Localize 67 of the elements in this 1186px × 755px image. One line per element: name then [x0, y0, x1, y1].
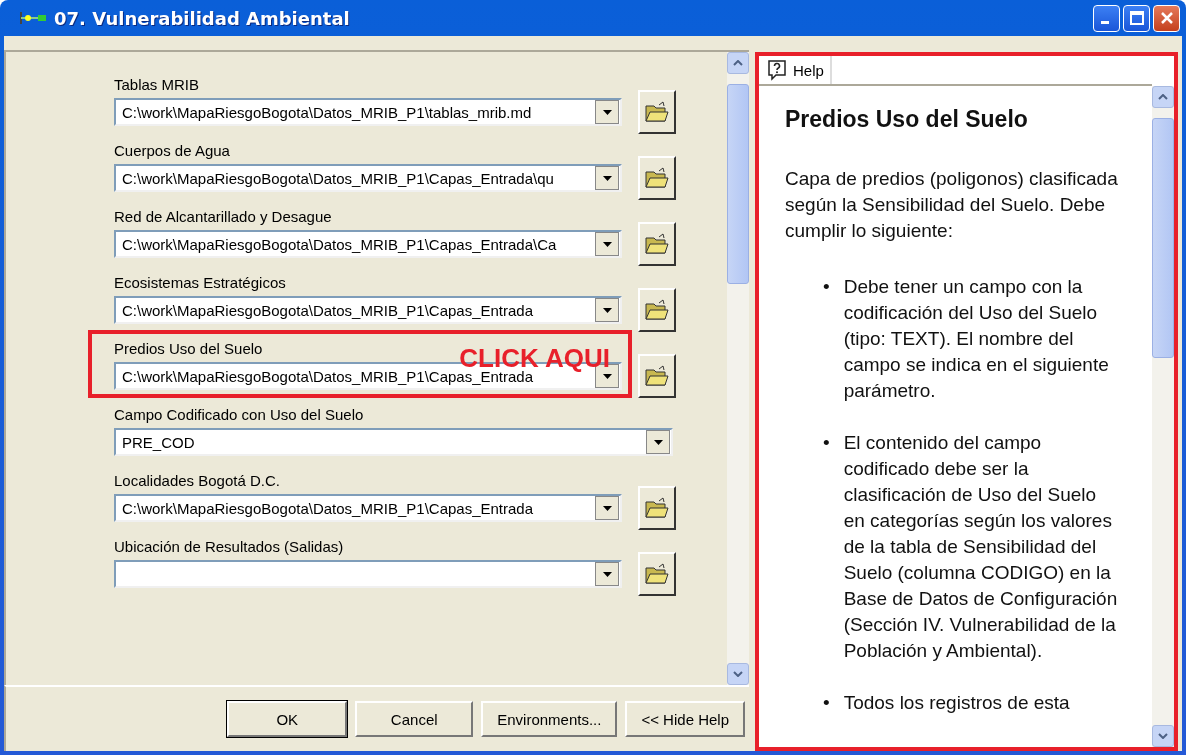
field-label: Localidades Bogotá D.C.	[114, 472, 281, 490]
browse-button[interactable]	[638, 486, 676, 530]
folder-icon	[645, 497, 669, 519]
browse-button[interactable]	[638, 156, 676, 200]
chevron-up-icon	[1158, 94, 1168, 100]
dropdown-arrow-icon	[653, 439, 663, 445]
dropdown-arrow-icon	[602, 505, 612, 511]
field-label: Cuerpos de Agua	[114, 142, 231, 160]
browse-button[interactable]	[638, 222, 676, 266]
bullet-marker: •	[823, 275, 830, 299]
folder-icon	[645, 167, 669, 189]
browse-button[interactable]	[638, 288, 676, 332]
folder-icon	[645, 233, 669, 255]
scroll-down-button[interactable]	[1152, 725, 1174, 747]
scroll-up-button[interactable]	[1152, 86, 1174, 108]
field-label: Ecosistemas Estratégicos	[114, 274, 287, 292]
dropdown-arrow-icon	[602, 241, 612, 247]
dropdown-field[interactable]: C:\work\MapaRiesgoBogota\Datos_MRIB_P1\Capas_Entrada\Ca	[114, 230, 622, 258]
minimize-icon	[1101, 20, 1109, 24]
scrollbar-thumb[interactable]	[1152, 118, 1174, 358]
chevron-down-icon	[1158, 733, 1168, 739]
scroll-up-button[interactable]	[727, 52, 749, 74]
bullet-marker: •	[823, 431, 830, 455]
field-label: Red de Alcantarillado y Desague	[114, 208, 333, 226]
dropdown-field[interactable]: C:\work\MapaRiesgoBogota\Datos_MRIB_P1\Capas_Entrada\qu	[114, 164, 622, 192]
browse-button[interactable]	[638, 354, 676, 398]
dialog-button[interactable]: Environments...	[481, 701, 618, 737]
browse-button[interactable]	[638, 552, 676, 596]
dropdown-field[interactable]: C:\work\MapaRiesgoBogota\Datos_MRIB_P1\Capas_Entrada	[114, 494, 622, 522]
close-button[interactable]	[1153, 4, 1180, 32]
dropdown-arrow-icon	[602, 373, 612, 379]
folder-icon	[645, 365, 669, 387]
folder-icon	[645, 299, 669, 321]
help-icon	[767, 59, 787, 81]
dropdown-field[interactable]: C:\work\MapaRiesgoBogota\Datos_MRIB_P1\tablas_mrib.md	[114, 98, 622, 126]
dropdown-field[interactable]: C:\work\MapaRiesgoBogota\Datos_MRIB_P1\Capas_Entrada	[114, 296, 622, 324]
field-label: Ubicación de Resultados (Salidas)	[114, 538, 345, 556]
close-icon	[1159, 11, 1174, 25]
help-title: Predios Uso del Suelo	[785, 106, 1029, 132]
minimize-button[interactable]	[1093, 4, 1120, 32]
help-paragraph: Capa de predios (poligonos) clasificada según la Sensibilidad del Suelo. Debe cumplir lo siguiente:	[785, 167, 1118, 243]
field-label: Tablas MRIB	[114, 76, 201, 94]
dropdown-arrow-icon	[602, 307, 612, 313]
help-bullet: Todos los registros de esta	[843, 691, 1070, 715]
window-title: 07. Vulnerabilidad Ambiental	[54, 7, 350, 29]
dropdown-arrow-icon	[602, 175, 612, 181]
maximize-icon	[1129, 11, 1144, 25]
chevron-down-icon	[733, 671, 743, 677]
dropdown-arrow-icon	[602, 571, 612, 577]
browse-button[interactable]	[638, 90, 676, 134]
folder-icon	[645, 563, 669, 585]
scrollbar-thumb[interactable]	[727, 84, 749, 284]
bullet-marker: •	[823, 691, 830, 715]
dialog-button[interactable]: OK	[227, 701, 348, 737]
help-bullet: El contenido del campo codificado debe ser la clasificación de Uso del Suelo en categorías según los valores de la tabla de Sensibilidad del Suelo (columna CODIGO) en la Base de Datos de Configuración (Sección IV. Vulnerabilidad de la Población y Ambiental).	[843, 431, 1118, 663]
tool-icon	[18, 10, 48, 26]
dropdown-field[interactable]: PRE_COD	[114, 428, 673, 456]
field-label: Campo Codificado con Uso del Suelo	[114, 406, 365, 424]
scroll-down-button[interactable]	[727, 663, 749, 685]
chevron-up-icon	[733, 60, 743, 66]
dialog-button[interactable]: Cancel	[355, 701, 474, 737]
help-bullet: Debe tener un campo con la codificación del Uso del Suelo (tipo: TEXT). El nombre del campo se indica en el siguiente parámetro.	[843, 275, 1110, 403]
dialog-button[interactable]: << Hide Help	[625, 701, 745, 737]
dropdown-field[interactable]	[114, 560, 622, 588]
folder-icon	[645, 101, 669, 123]
dropdown-arrow-icon	[602, 109, 612, 115]
maximize-button[interactable]	[1123, 4, 1150, 32]
